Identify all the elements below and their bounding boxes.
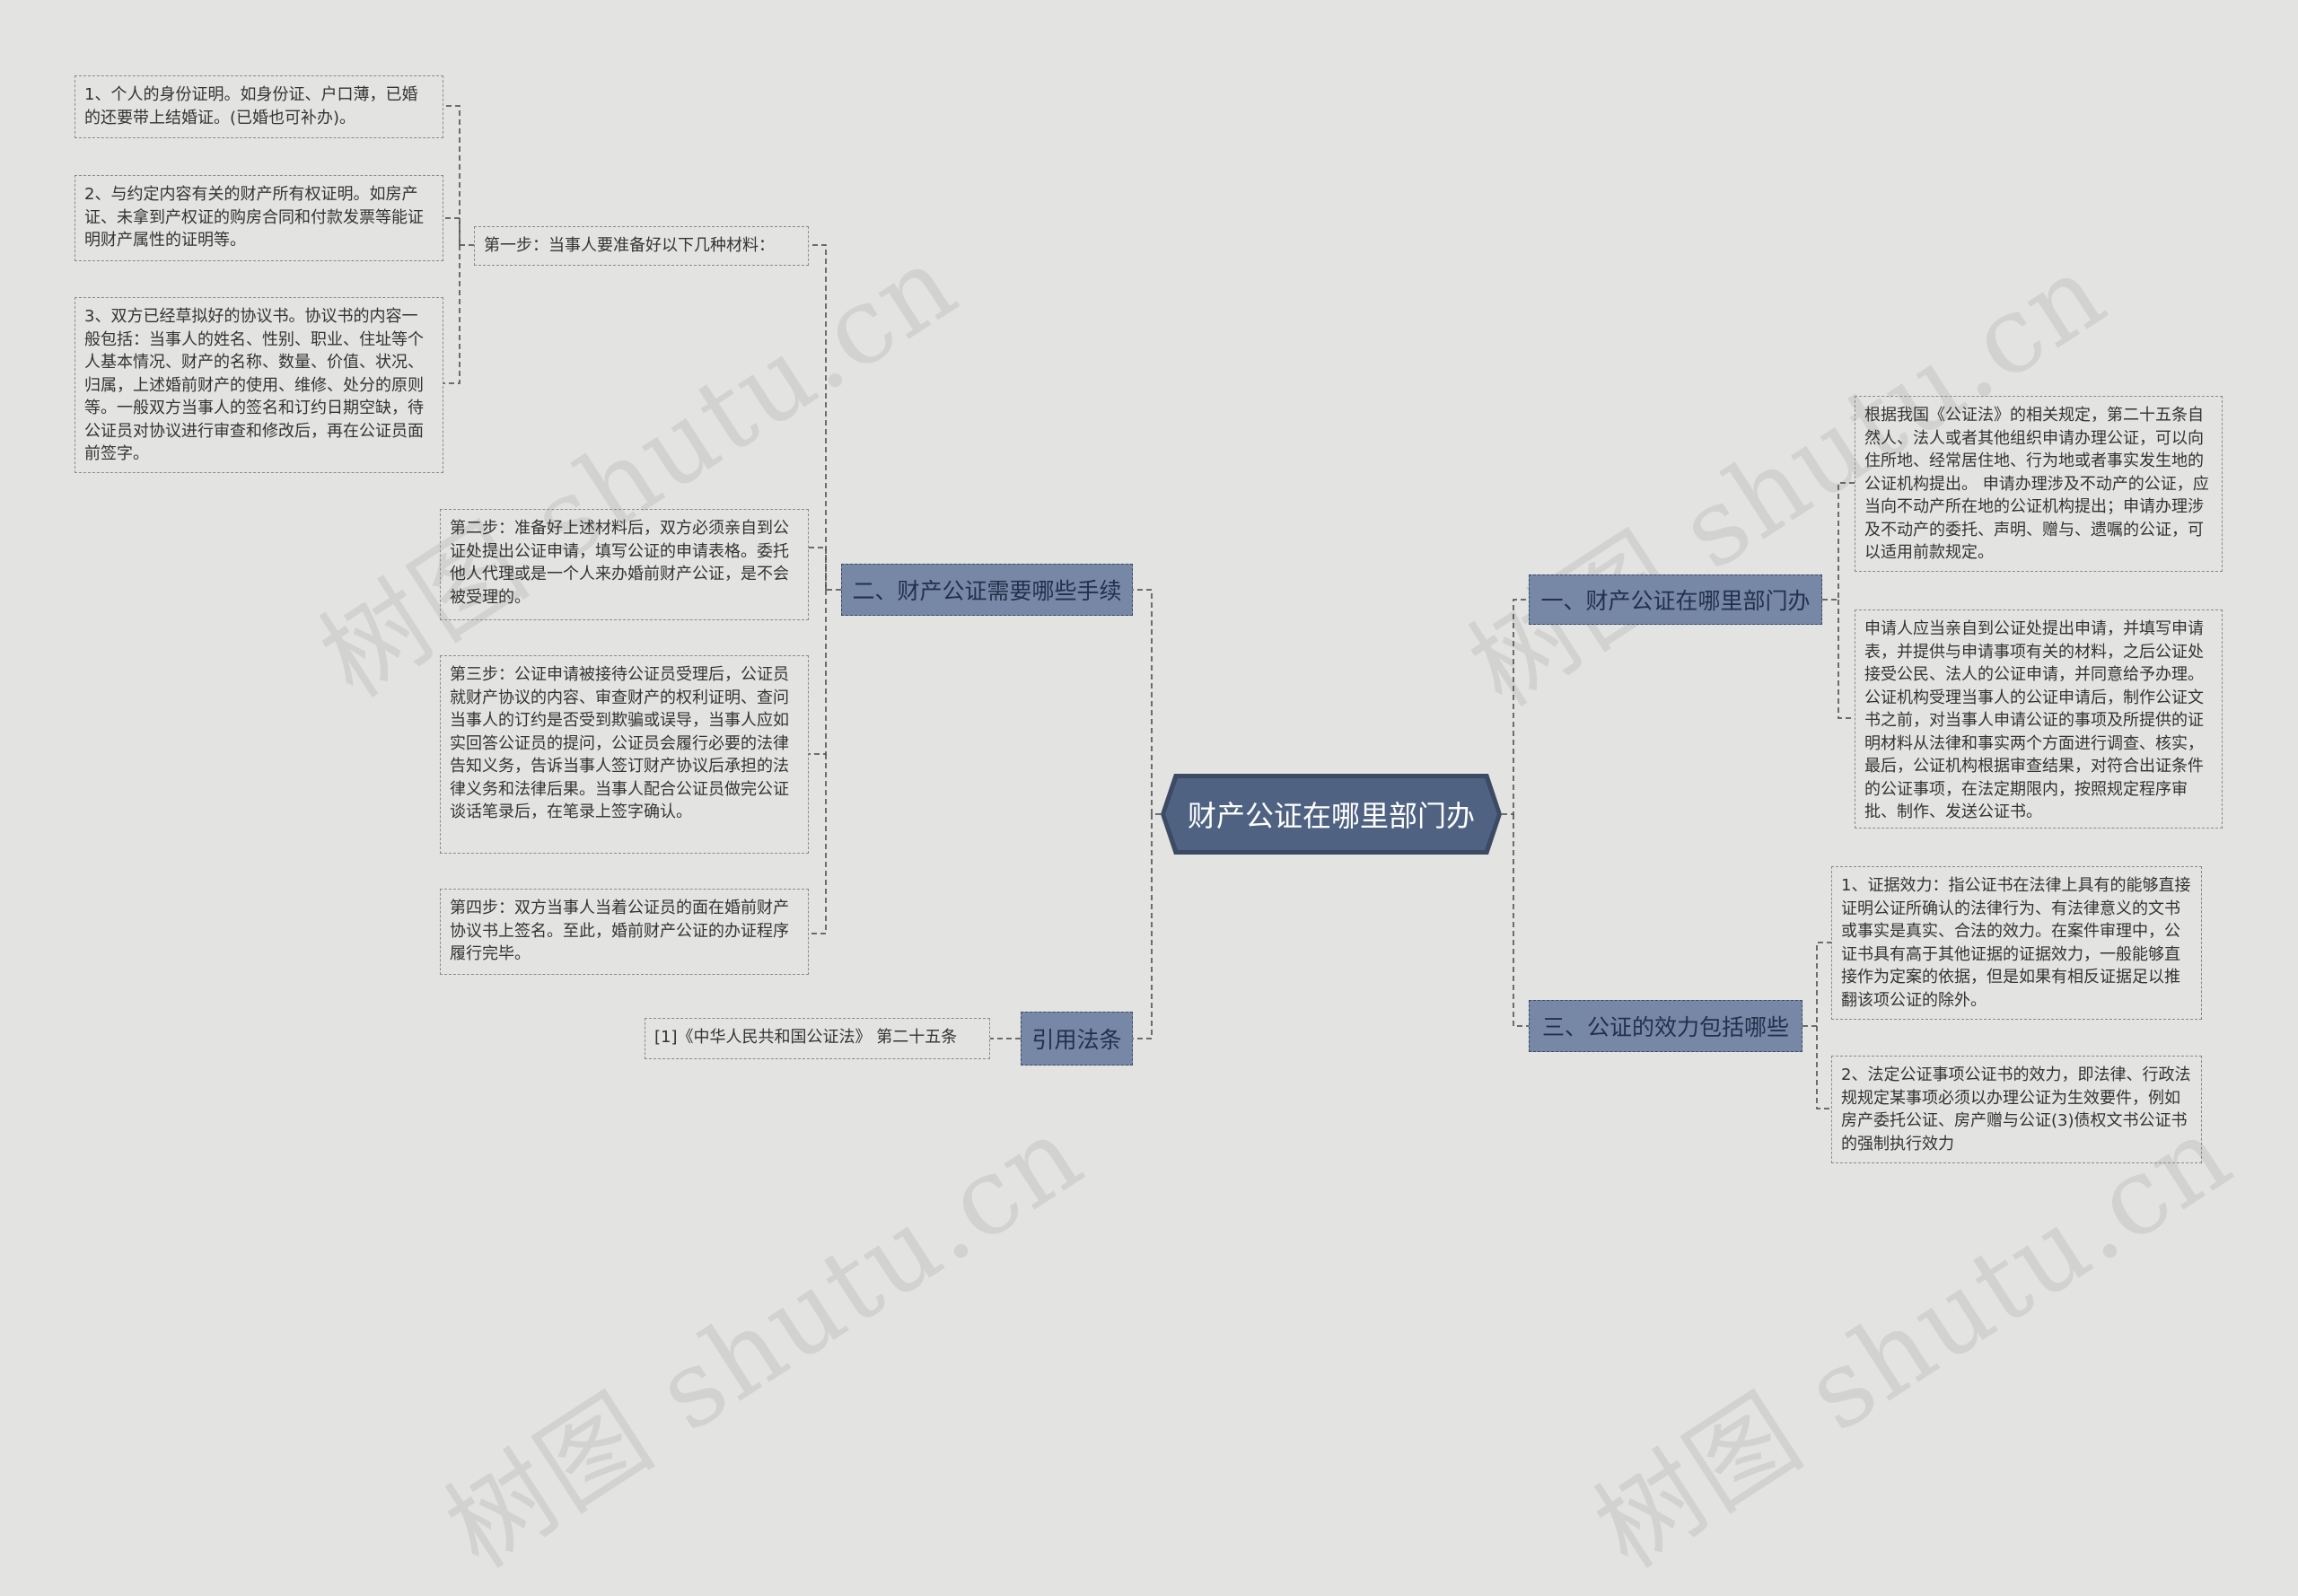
leaf-step-2: 第二步：准备好上述材料后，双方必须亲自到公证处提出公证申请，填写公证的申请表格。… — [440, 509, 809, 620]
leaf-application-process: 申请人应当亲自到公证处提出申请，并填写申请表，并提供与申请事项有关的材料，之后公… — [1855, 609, 2223, 829]
root-node[interactable]: 财产公证在哪里部门办 — [1165, 778, 1497, 850]
branch-node-where-to-notarize[interactable]: 一、财产公证在哪里部门办 — [1529, 574, 1822, 625]
leaf-material-3: 3、双方已经草拟好的协议书。协议书的内容一般包括：当事人的姓名、性别、职业、住址… — [75, 297, 443, 473]
leaf-material-1: 1、个人的身份证明。如身份证、户口薄，已婚的还要带上结婚证。(已婚也可补办)。 — [75, 75, 443, 138]
leaf-citation: [1]《中华人民共和国公证法》 第二十五条 — [645, 1018, 990, 1059]
leaf-statutory-effect: 2、法定公证事项公证书的效力，即法律、行政法规规定某事项必须以办理公证为生效要件… — [1831, 1056, 2202, 1163]
leaf-step-4: 第四步：双方当事人当着公证员的面在婚前财产协议书上签名。至此，婚前财产公证的办证… — [440, 889, 809, 975]
branch-node-effect[interactable]: 三、公证的效力包括哪些 — [1529, 1000, 1802, 1052]
leaf-where-to-apply: 根据我国《公证法》的相关规定，第二十五条自然人、法人或者其他组织申请办理公证，可… — [1855, 396, 2223, 572]
leaf-material-2: 2、与约定内容有关的财产所有权证明。如房产证、未拿到产权证的购房合同和付款发票等… — [75, 175, 443, 261]
leaf-evidence-effect: 1、证据效力：指公证书在法律上具有的能够直接证明公证所确认的法律行为、有法律意义… — [1831, 866, 2202, 1020]
leaf-step-3: 第三步：公证申请被接待公证员受理后，公证员就财产协议的内容、审查财产的权利证明、… — [440, 655, 809, 854]
branch-node-cited-law[interactable]: 引用法条 — [1021, 1012, 1133, 1065]
branch-node-procedures[interactable]: 二、财产公证需要哪些手续 — [841, 564, 1133, 616]
leaf-step-1: 第一步：当事人要准备好以下几种材料： — [474, 226, 809, 266]
